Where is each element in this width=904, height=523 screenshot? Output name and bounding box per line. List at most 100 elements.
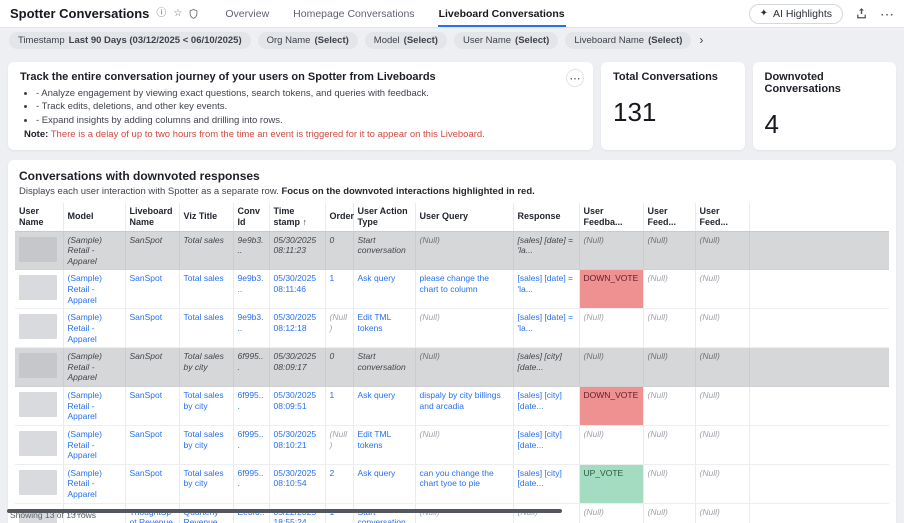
table-cell[interactable]: can you change the chart tyoe to pie [415, 464, 513, 503]
table-cell[interactable]: Edit TML tokens [353, 425, 415, 464]
table-cell[interactable]: Total sales [179, 309, 233, 348]
tab-overview[interactable]: Overview [224, 0, 270, 27]
table-cell: (Null) [695, 348, 749, 387]
table-cell[interactable]: SanSpot [125, 270, 179, 309]
table-cell[interactable]: 2 [325, 464, 353, 503]
column-header-user-name[interactable]: User Name [15, 203, 63, 231]
table-cell[interactable]: 6f995... [233, 387, 269, 426]
table-cell[interactable]: 05/30/2025 08:10:21 [269, 425, 325, 464]
table-cell[interactable]: 05/30/2025 08:09:51 [269, 387, 325, 426]
table-cell: DOWN_VOTE [579, 270, 643, 309]
table-cell: 0 [325, 348, 353, 387]
table-cell[interactable]: Total sales [179, 270, 233, 309]
column-header-liveboard-name[interactable]: Liveboard Name [125, 203, 179, 231]
filter-chip-label: Liveboard Name [574, 35, 644, 46]
table-cell[interactable]: Edit TML tokens [353, 309, 415, 348]
table-cell: Start conversation [353, 231, 415, 270]
table-cell: (Null) [415, 425, 513, 464]
table-cell[interactable]: 6f995... [233, 464, 269, 503]
table-cell[interactable]: Quarterly Revenue [179, 503, 233, 523]
table-cell[interactable]: [sales] [city] [date... [513, 387, 579, 426]
filter-scroll-right-icon[interactable]: › [699, 33, 703, 47]
table-cell[interactable]: 1 [325, 270, 353, 309]
table-cell[interactable]: [sales] [city] [date... [513, 464, 579, 503]
table-cell: (Null) [415, 309, 513, 348]
table-row: (Sample) Retail - ApparelSanSpotTotal sa… [15, 425, 889, 464]
column-header-user-feed[interactable]: User Feed... [643, 203, 695, 231]
table-cell[interactable]: ThoughtSpot Revenue [125, 503, 179, 523]
tab-homepage-conversations[interactable]: Homepage Conversations [292, 0, 415, 27]
table-cell: 0 [325, 231, 353, 270]
table-cell[interactable]: [sales] [date] = 'la... [513, 309, 579, 348]
table-cell[interactable]: 9e9b3... [233, 309, 269, 348]
column-header-viz-title[interactable]: Viz Title [179, 203, 233, 231]
table-cell: (Null) [643, 387, 695, 426]
column-header-response[interactable]: Response [513, 203, 579, 231]
note-label: Note: [24, 129, 48, 140]
column-header-user-feed[interactable]: User Feed... [695, 203, 749, 231]
table-cell[interactable]: SanSpot [125, 387, 179, 426]
table-cell[interactable]: 05/30/2025 08:11:46 [269, 270, 325, 309]
table-header-row: User NameModelLiveboard NameViz TitleCon… [15, 203, 889, 231]
column-header-conv-id[interactable]: Conv Id [233, 203, 269, 231]
table-cell[interactable]: Total sales by city [179, 464, 233, 503]
table-cell[interactable]: (Sample) Retail - Apparel [63, 425, 125, 464]
table-cell[interactable]: Ask query [353, 464, 415, 503]
horizontal-scrollbar[interactable] [7, 509, 562, 513]
more-menu-icon[interactable]: ⋯ [880, 7, 894, 21]
table-cell[interactable]: 1 [325, 503, 353, 523]
info-icon[interactable]: ⓘ [156, 9, 166, 19]
table-cell: (Null) [643, 464, 695, 503]
table-cell[interactable]: Total sales by city [179, 387, 233, 426]
shield-icon[interactable] [189, 9, 198, 19]
redacted-user-name [19, 353, 57, 378]
table-cell[interactable]: (Sample) Retail - Apparel [63, 309, 125, 348]
filter-chip-model[interactable]: Model(Select) [365, 32, 447, 49]
table-cell[interactable]: SanSpot [125, 464, 179, 503]
column-header-model[interactable]: Model [63, 203, 125, 231]
table-cell[interactable]: Ask query [353, 270, 415, 309]
table-cell[interactable]: Ee3f0... [233, 503, 269, 523]
table-cell[interactable]: 05/30/2025 08:12:18 [269, 309, 325, 348]
card-more-menu-icon[interactable]: ⋯ [566, 69, 584, 87]
column-header-user-action-type[interactable]: User Action Type [353, 203, 415, 231]
title-group: Spotter Conversations ⓘ ☆ [10, 0, 198, 27]
table-cell[interactable]: (Sample) Retail - Apparel [63, 387, 125, 426]
table-cell[interactable]: (Sample) Retail - Apparel [63, 270, 125, 309]
column-header-order[interactable]: Order [325, 203, 353, 231]
ai-highlights-button[interactable]: ✦ AI Highlights [749, 4, 843, 24]
table-cell[interactable]: [sales] [date] = 'la... [513, 270, 579, 309]
filter-chip-liveboard-name[interactable]: Liveboard Name(Select) [565, 32, 691, 49]
table-cell[interactable]: 6f995... [233, 425, 269, 464]
table-cell[interactable]: 05/30/2025 08:10:54 [269, 464, 325, 503]
table-cell[interactable]: 1 [325, 387, 353, 426]
filter-bar: TimestampLast 90 Days (03/12/2025 < 06/1… [0, 28, 904, 52]
table-cell[interactable]: SanSpot [125, 309, 179, 348]
table-cell[interactable]: [sales] [city] [date... [513, 425, 579, 464]
filter-chip-user-name[interactable]: User Name(Select) [454, 32, 558, 49]
table-cell[interactable]: 9e9b3... [233, 270, 269, 309]
table-cell[interactable]: Ask query [353, 387, 415, 426]
table-row: (Sample) Retail - ApparelSanSpotTotal sa… [15, 464, 889, 503]
table-cell: (Null) [643, 503, 695, 523]
table-cell[interactable]: SanSpot [125, 425, 179, 464]
star-icon[interactable]: ☆ [173, 9, 182, 19]
filter-chip-timestamp[interactable]: TimestampLast 90 Days (03/12/2025 < 06/1… [9, 32, 251, 49]
share-icon[interactable] [855, 7, 868, 20]
filter-chip-value: Last 90 Days (03/12/2025 < 06/10/2025) [69, 35, 242, 46]
table-cell[interactable]: Total sales by city [179, 425, 233, 464]
page-title: Spotter Conversations [10, 6, 149, 21]
redacted-user-name [19, 431, 57, 456]
table-cell[interactable]: Start conversation [353, 503, 415, 523]
table-cell[interactable]: please change the chart to column [415, 270, 513, 309]
column-header-time-stamp[interactable]: Time stamp ↑ [269, 203, 325, 231]
column-header-user-feedba[interactable]: User Feedba... [579, 203, 643, 231]
table-cell[interactable]: dispaly by city billings and arcadia [415, 387, 513, 426]
column-header-user-query[interactable]: User Query [415, 203, 513, 231]
tab-liveboard-conversations[interactable]: Liveboard Conversations [438, 0, 566, 27]
table-cell[interactable]: 05/22/2025 18:55:24 [269, 503, 325, 523]
table-cell: 05/30/2025 08:09:17 [269, 348, 325, 387]
table-row: (Sample) Retail - ApparelSanSpotTotal sa… [15, 309, 889, 348]
filter-chip-org-name[interactable]: Org Name(Select) [258, 32, 358, 49]
table-cell[interactable]: (Sample) Retail - Apparel [63, 464, 125, 503]
